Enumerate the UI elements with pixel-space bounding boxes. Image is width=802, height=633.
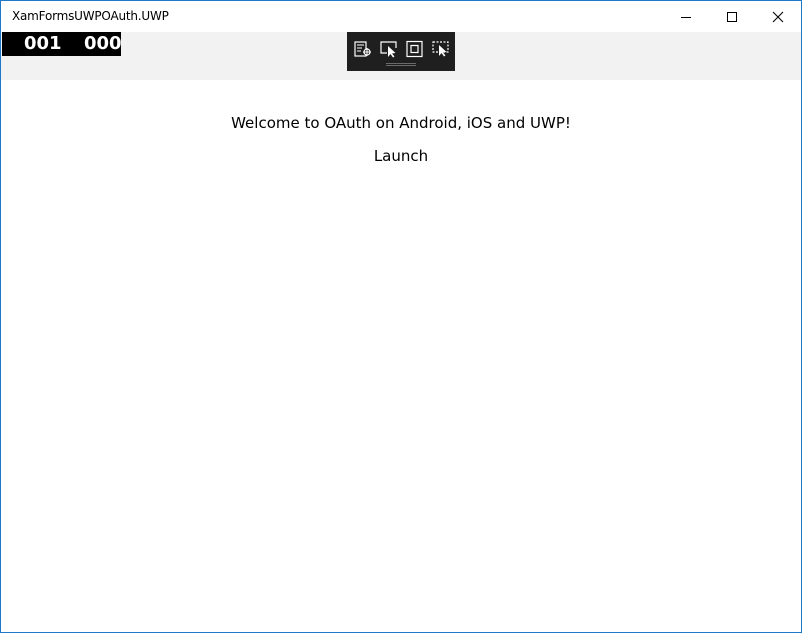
close-button[interactable] — [755, 1, 801, 32]
live-visual-tree-button[interactable] — [353, 40, 373, 58]
app-window: XamFormsUWPOAuth.UWP 001 000 Welcome to … — [0, 0, 802, 633]
window-title: XamFormsUWPOAuth.UWP — [12, 9, 169, 23]
minimize-icon — [681, 16, 691, 18]
select-element-icon — [380, 41, 397, 58]
xaml-debug-toolbar — [347, 32, 455, 71]
frame-counter-left-value: 001 — [24, 33, 62, 54]
live-visual-tree-icon — [354, 41, 371, 57]
main-content: Welcome to OAuth on Android, iOS and UWP… — [1, 80, 801, 632]
display-layout-adorners-icon — [406, 40, 423, 58]
track-focused-element-icon — [432, 41, 449, 57]
frame-rate-counter: 001 000 — [2, 32, 122, 56]
welcome-label: Welcome to OAuth on Android, iOS and UWP… — [231, 114, 571, 132]
app-header-bar: 001 000 — [1, 32, 801, 80]
title-bar[interactable]: XamFormsUWPOAuth.UWP — [1, 1, 801, 32]
frame-counter-right-value: 000 — [84, 33, 122, 54]
minimize-button[interactable] — [663, 1, 709, 32]
track-focused-element-button[interactable] — [431, 40, 451, 58]
display-layout-adorners-button[interactable] — [405, 40, 425, 58]
maximize-icon — [727, 11, 737, 22]
toolbar-grip-handle[interactable] — [386, 63, 416, 66]
select-element-button[interactable] — [379, 40, 399, 58]
close-icon — [772, 11, 784, 22]
maximize-button[interactable] — [709, 1, 755, 32]
launch-button[interactable]: Launch — [361, 144, 441, 168]
